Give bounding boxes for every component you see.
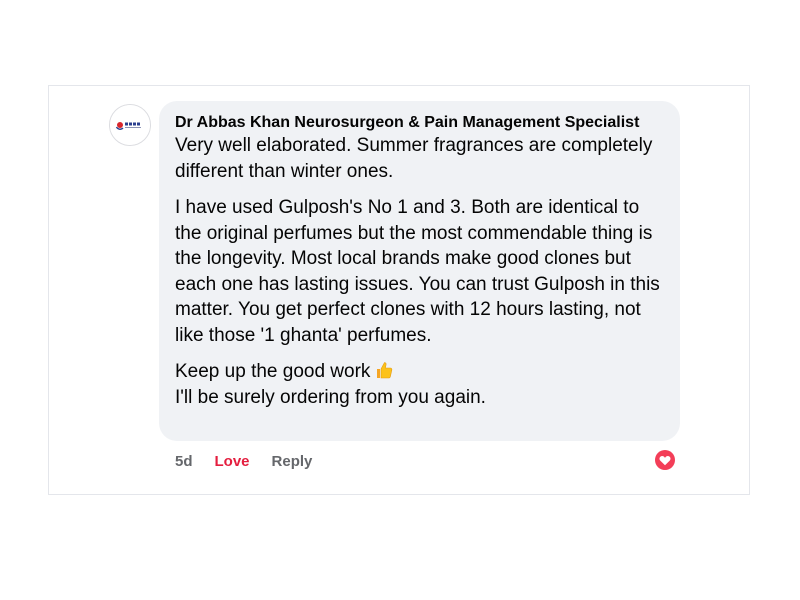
love-button[interactable]: Love [215, 453, 250, 470]
reply-button[interactable]: Reply [272, 453, 313, 470]
comment-paragraph-1: Very well elaborated. Summer fragrances … [175, 135, 653, 182]
author-avatar[interactable] [109, 104, 151, 146]
closing-line-2: I'll be surely ordering from you again. [175, 386, 486, 408]
love-reaction-icon [653, 448, 677, 472]
closing-line-1: Keep up the good work [175, 361, 371, 382]
comment-paragraph-3: Keep up the good work I'll be surely orde… [175, 359, 664, 410]
thumbs-up-emoji-icon [377, 362, 393, 379]
logo-icon [110, 105, 150, 145]
comment-actions: 5d Love Reply [175, 450, 312, 472]
comment-timestamp[interactable]: 5d [175, 453, 193, 470]
reaction-badge[interactable] [653, 448, 677, 472]
comment-author-name[interactable]: Dr Abbas Khan Neurosurgeon & Pain Manage… [175, 113, 664, 133]
comment-paragraph-2: I have used Gulposh's No 1 and 3. Both a… [175, 197, 660, 346]
comment-bubble: Dr Abbas Khan Neurosurgeon & Pain Manage… [159, 101, 680, 441]
